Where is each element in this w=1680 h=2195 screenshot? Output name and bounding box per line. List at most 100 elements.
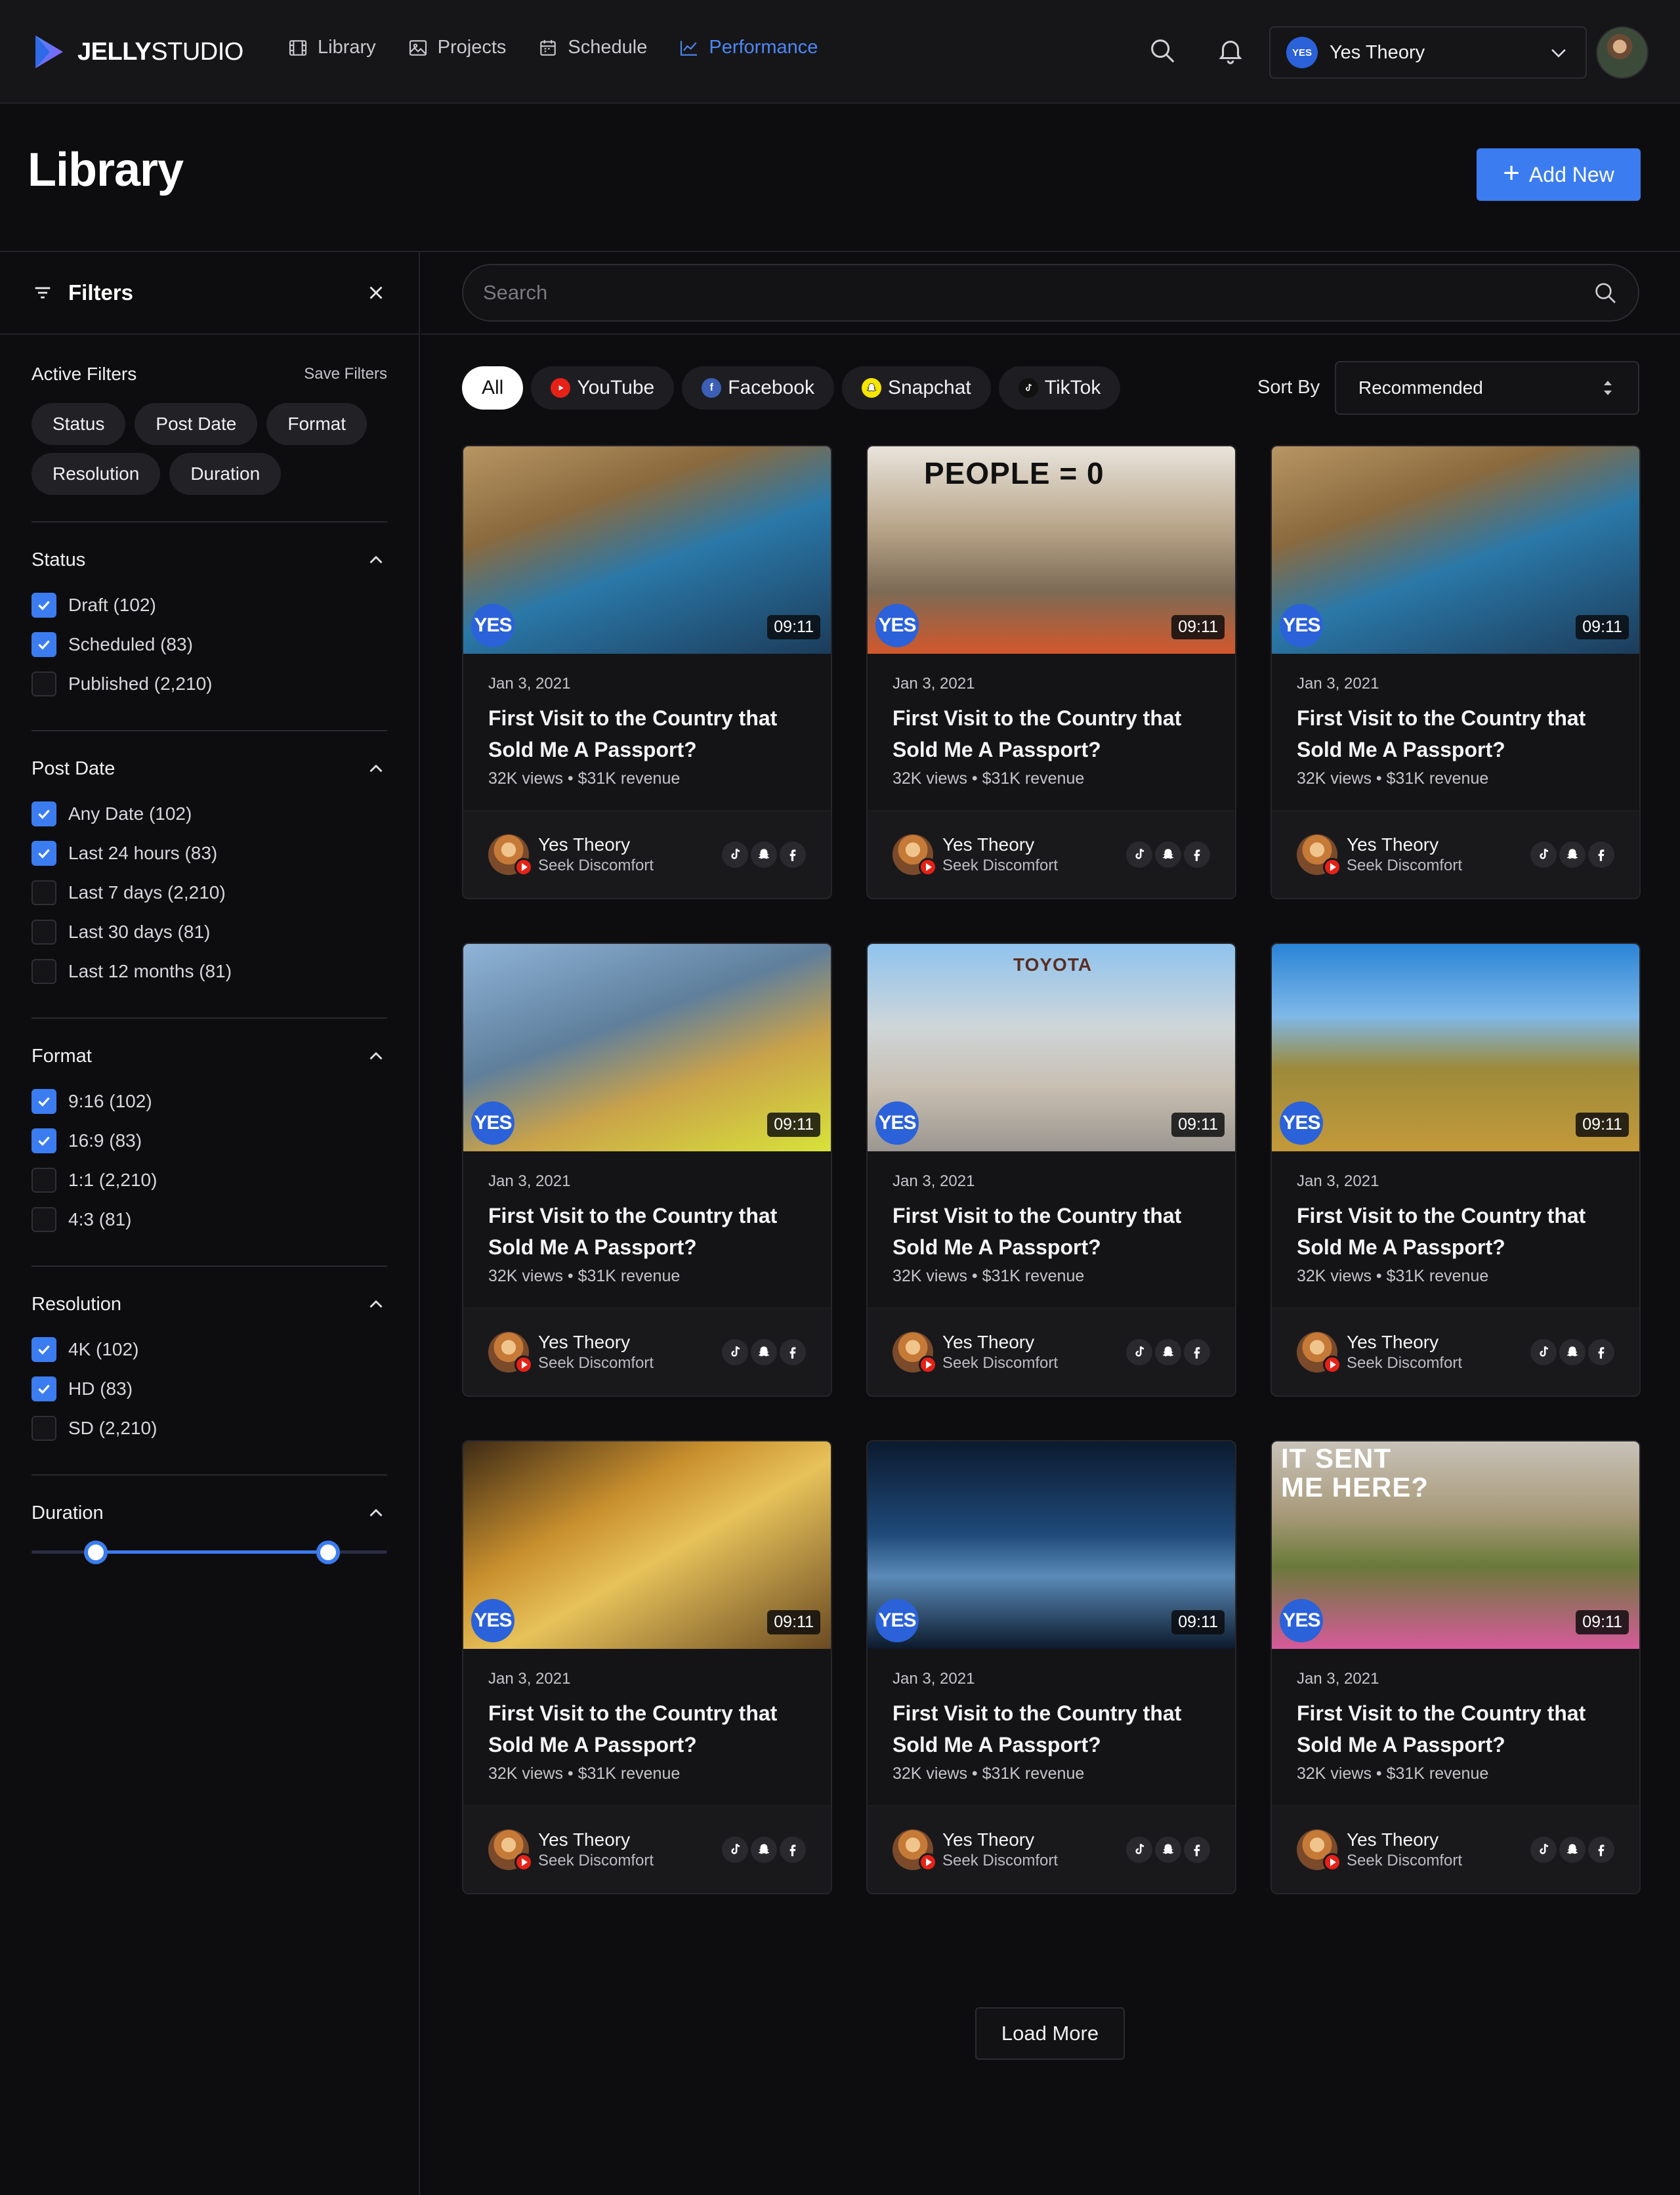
platform-tab-snapchat[interactable]: Snapchat xyxy=(841,366,991,410)
checkbox[interactable] xyxy=(32,593,56,618)
facebook-icon[interactable] xyxy=(780,1339,806,1365)
filter-option[interactable]: Last 12 months (81) xyxy=(32,952,387,991)
video-thumbnail[interactable]: YES 09:11 xyxy=(868,1441,1235,1649)
filter-option[interactable]: 16:9 (83) xyxy=(32,1121,387,1161)
snapchat-icon[interactable] xyxy=(1559,842,1586,868)
checkbox[interactable] xyxy=(32,1376,56,1401)
checkbox[interactable] xyxy=(32,1168,56,1193)
search-icon[interactable] xyxy=(1592,280,1618,306)
snapchat-icon[interactable] xyxy=(751,1339,777,1365)
snapchat-icon[interactable] xyxy=(751,1837,777,1863)
filter-option[interactable]: Published (2,210) xyxy=(32,664,387,704)
filter-option[interactable]: Last 7 days (2,210) xyxy=(32,873,387,912)
filter-option[interactable]: Last 30 days (81) xyxy=(32,912,387,952)
video-card[interactable]: YES 09:11 Jan 3, 2021 First Visit to the Co… xyxy=(462,943,832,1397)
video-card[interactable]: YES 09:11 Jan 3, 2021 First Visit to the Co… xyxy=(1270,445,1641,899)
video-card[interactable]: YES 09:11 Jan 3, 2021 First Visit to the Co… xyxy=(462,1440,832,1894)
video-card[interactable]: IT SENT ME HERE? YES 09:11 Jan 3, 2021 First… xyxy=(1270,1440,1641,1894)
bell-icon[interactable] xyxy=(1215,35,1246,66)
snapchat-icon[interactable] xyxy=(1559,1339,1586,1365)
slider-max-handle[interactable] xyxy=(316,1541,340,1564)
video-thumbnail[interactable]: YES 09:11 xyxy=(1272,944,1639,1151)
video-card[interactable]: TOYOTA YES 09:11 Jan 3, 2021 First Visit to … xyxy=(866,943,1236,1397)
tiktok-icon[interactable] xyxy=(722,1837,748,1863)
checkbox[interactable] xyxy=(32,1337,56,1362)
filter-chip[interactable]: Format xyxy=(266,403,368,445)
tiktok-icon[interactable] xyxy=(722,1339,748,1365)
snapchat-icon[interactable] xyxy=(751,842,777,868)
video-title[interactable]: First Visit to the Country that Sold Me … xyxy=(892,1697,1210,1760)
facebook-icon[interactable] xyxy=(1184,1837,1210,1863)
tiktok-icon[interactable] xyxy=(1530,1339,1557,1365)
video-title[interactable]: First Visit to the Country that Sold Me … xyxy=(1297,1697,1614,1760)
snapchat-icon[interactable] xyxy=(1155,1837,1181,1863)
facebook-icon[interactable] xyxy=(780,842,806,868)
video-card[interactable]: YES 09:11 Jan 3, 2021 First Visit to the Co… xyxy=(866,1440,1236,1894)
filter-chip[interactable]: Duration xyxy=(169,453,282,495)
slider-min-handle[interactable] xyxy=(83,1541,108,1564)
filter-option[interactable]: Scheduled (83) xyxy=(32,625,387,664)
video-card[interactable]: YES 09:11 Jan 3, 2021 First Visit to the Co… xyxy=(462,445,832,899)
video-title[interactable]: First Visit to the Country that Sold Me … xyxy=(488,702,806,765)
checkbox[interactable] xyxy=(32,880,56,905)
filter-chip[interactable]: Resolution xyxy=(32,453,161,495)
add-new-button[interactable]: + Add New xyxy=(1477,148,1641,201)
channel-avatar[interactable] xyxy=(488,834,533,876)
filter-option[interactable]: 1:1 (2,210) xyxy=(32,1161,387,1200)
video-title[interactable]: First Visit to the Country that Sold Me … xyxy=(1297,702,1614,765)
filter-option[interactable]: Any Date (102) xyxy=(32,794,387,834)
user-avatar[interactable] xyxy=(1596,26,1648,79)
facebook-icon[interactable] xyxy=(780,1837,806,1863)
checkbox[interactable] xyxy=(32,1128,56,1153)
platform-tab-all[interactable]: All xyxy=(462,366,524,410)
checkbox[interactable] xyxy=(32,841,56,866)
filter-option[interactable]: Draft (102) xyxy=(32,586,387,625)
checkbox[interactable] xyxy=(32,1089,56,1114)
tiktok-icon[interactable] xyxy=(722,842,748,868)
video-title[interactable]: First Visit to the Country that Sold Me … xyxy=(488,1200,806,1263)
video-thumbnail[interactable]: IT SENT ME HERE? YES 09:11 xyxy=(1272,1441,1639,1649)
chevron-up-icon[interactable] xyxy=(365,757,387,780)
video-title[interactable]: First Visit to the Country that Sold Me … xyxy=(1297,1200,1614,1263)
facebook-icon[interactable] xyxy=(1184,842,1210,868)
nav-item-library[interactable]: Library xyxy=(287,37,376,58)
nav-item-performance[interactable]: Performance xyxy=(679,37,818,58)
video-card[interactable]: YES 09:11 Jan 3, 2021 First Visit to the Co… xyxy=(1270,943,1641,1397)
video-thumbnail[interactable]: TOYOTA YES 09:11 xyxy=(868,944,1235,1151)
filter-option[interactable]: HD (83) xyxy=(32,1369,387,1409)
chevron-up-icon[interactable] xyxy=(365,549,387,571)
video-thumbnail[interactable]: YES 09:11 xyxy=(1272,446,1639,654)
video-thumbnail[interactable]: YES 09:11 xyxy=(463,1441,831,1649)
video-title[interactable]: First Visit to the Country that Sold Me … xyxy=(892,1200,1210,1263)
facebook-icon[interactable] xyxy=(1588,842,1614,868)
checkbox[interactable] xyxy=(32,1416,56,1441)
checkbox[interactable] xyxy=(32,920,56,945)
channel-avatar[interactable] xyxy=(892,1332,937,1374)
checkbox[interactable] xyxy=(32,671,56,696)
platform-tab-facebook[interactable]: f Facebook xyxy=(682,366,834,410)
channel-avatar[interactable] xyxy=(892,1829,937,1871)
load-more-button[interactable]: Load More xyxy=(975,2007,1125,2060)
nav-item-projects[interactable]: Projects xyxy=(408,37,506,58)
filter-option[interactable]: SD (2,210) xyxy=(32,1409,387,1448)
tiktok-icon[interactable] xyxy=(1126,1339,1152,1365)
channel-avatar[interactable] xyxy=(1297,1829,1341,1871)
tiktok-icon[interactable] xyxy=(1126,1837,1152,1863)
checkbox[interactable] xyxy=(32,1207,56,1232)
sort-select[interactable]: Recommended xyxy=(1335,361,1639,415)
search-icon[interactable] xyxy=(1147,35,1177,66)
filter-option[interactable]: 4:3 (81) xyxy=(32,1200,387,1239)
channel-avatar[interactable] xyxy=(892,834,937,876)
chevron-up-icon[interactable] xyxy=(365,1502,387,1524)
chevron-up-icon[interactable] xyxy=(365,1045,387,1067)
tiktok-icon[interactable] xyxy=(1530,1837,1557,1863)
snapchat-icon[interactable] xyxy=(1155,1339,1181,1365)
video-thumbnail[interactable]: YES 09:11 xyxy=(463,446,831,654)
checkbox[interactable] xyxy=(32,801,56,826)
duration-range-slider[interactable] xyxy=(32,1539,387,1565)
snapchat-icon[interactable] xyxy=(1559,1837,1586,1863)
tiktok-icon[interactable] xyxy=(1126,842,1152,868)
filter-option[interactable]: 4K (102) xyxy=(32,1330,387,1369)
channel-avatar[interactable] xyxy=(488,1829,533,1871)
filter-option[interactable]: Last 24 hours (83) xyxy=(32,834,387,873)
